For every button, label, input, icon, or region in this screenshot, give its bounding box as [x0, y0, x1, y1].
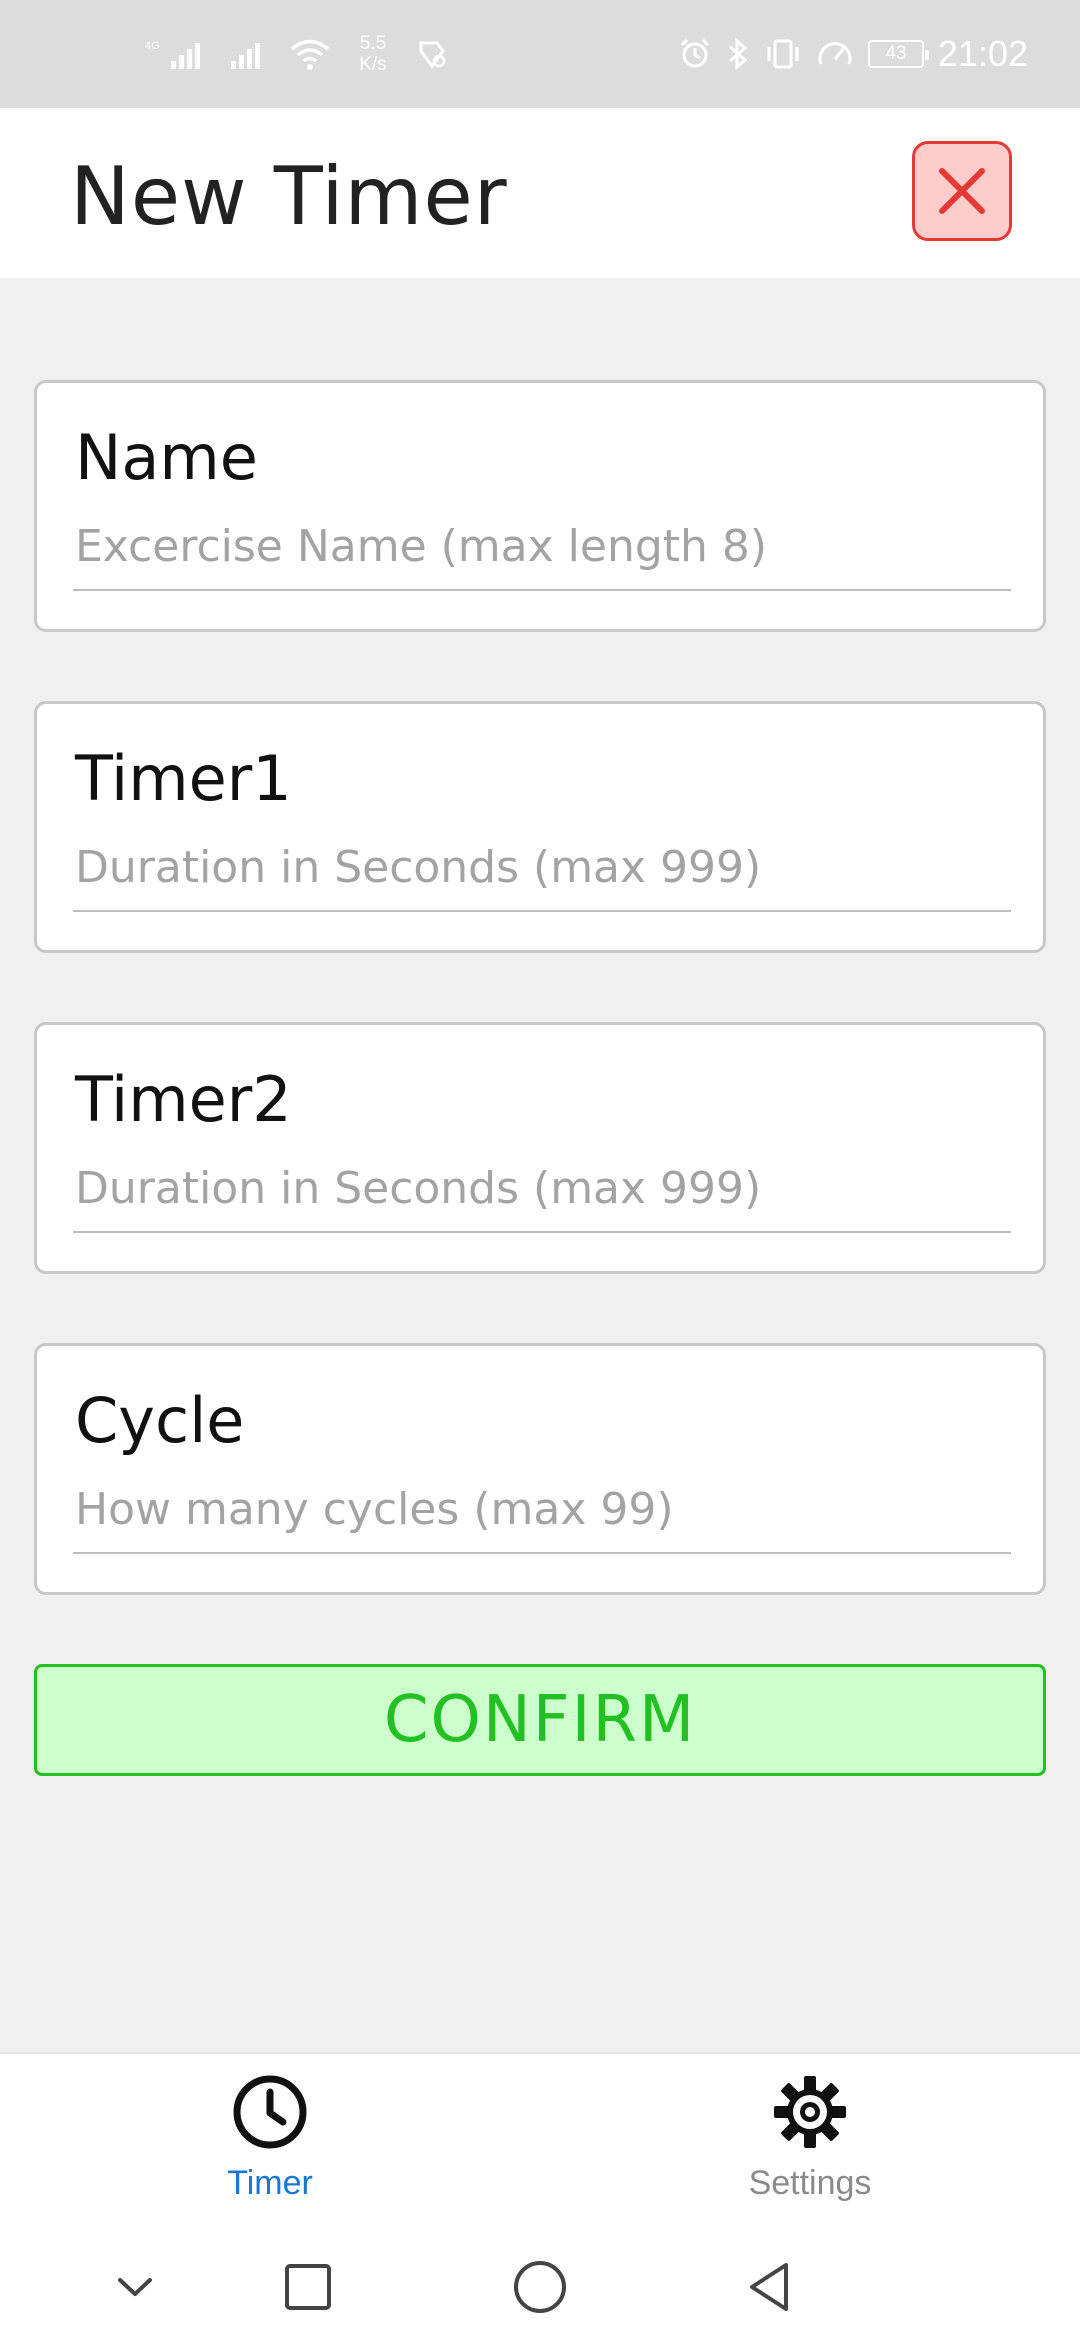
- timer1-label: Timer1: [75, 742, 292, 815]
- timer2-field-card: Timer2: [34, 1022, 1046, 1274]
- home-icon: [514, 2261, 566, 2313]
- battery-icon: 43: [867, 40, 929, 68]
- tab-settings[interactable]: Settings: [540, 2054, 1080, 2232]
- timer2-input[interactable]: [73, 1153, 1011, 1233]
- name-input[interactable]: [73, 511, 1011, 591]
- status-bar: 4G 5.5 K/s 43 21:02: [0, 0, 1080, 108]
- back-icon: [750, 2263, 788, 2311]
- chevron-down-icon: [118, 2278, 152, 2296]
- network-speed-unit: K/s: [359, 54, 387, 75]
- nav-hide-button[interactable]: [100, 2252, 170, 2322]
- timer1-field-card: Timer1: [34, 701, 1046, 953]
- status-left: 4G 5.5 K/s: [145, 33, 471, 75]
- confirm-button[interactable]: CONFIRM: [34, 1664, 1046, 1776]
- nav-recents-button[interactable]: [273, 2252, 343, 2322]
- cycle-label: Cycle: [75, 1384, 245, 1457]
- signal-icon: [231, 43, 260, 69]
- network-speed-value: 5.5: [359, 33, 387, 54]
- close-button[interactable]: [912, 141, 1012, 241]
- gear-icon: [774, 2076, 846, 2148]
- page-title: New Timer: [70, 150, 508, 243]
- network-speed: 5.5 K/s: [353, 33, 393, 75]
- cycle-field-card: Cycle: [34, 1343, 1046, 1595]
- tab-timer-label: Timer: [227, 2164, 313, 2202]
- system-nav-bar: [0, 2230, 1080, 2340]
- tab-settings-label: Settings: [748, 2164, 872, 2202]
- status-right: 43 21:02: [664, 33, 1028, 75]
- svg-text:4G: 4G: [145, 40, 160, 52]
- wifi-icon: [290, 39, 330, 70]
- recents-icon: [285, 2264, 331, 2310]
- alarm-icon: [680, 38, 709, 68]
- status-time: 21:02: [937, 33, 1028, 74]
- name-label: Name: [75, 421, 258, 494]
- signal-4g-icon: 4G: [145, 40, 200, 69]
- speed-icon: [818, 42, 852, 65]
- name-field-card: Name: [34, 380, 1046, 632]
- tab-timer[interactable]: Timer: [0, 2054, 540, 2232]
- data-saver-icon: [419, 41, 446, 69]
- close-icon: [939, 168, 985, 214]
- vibrate-icon: [767, 39, 799, 69]
- nav-home-button[interactable]: [505, 2252, 575, 2322]
- bottom-tab-bar: Timer Settings: [0, 2052, 1080, 2230]
- cycle-input[interactable]: [73, 1474, 1011, 1554]
- bluetooth-icon: [728, 37, 748, 71]
- clock-icon: [233, 2075, 307, 2149]
- nav-back-button[interactable]: [735, 2252, 805, 2322]
- timer1-input[interactable]: [73, 832, 1011, 912]
- battery-level: 43: [885, 43, 907, 64]
- timer2-label: Timer2: [75, 1063, 292, 1136]
- app-header: New Timer: [0, 108, 1080, 278]
